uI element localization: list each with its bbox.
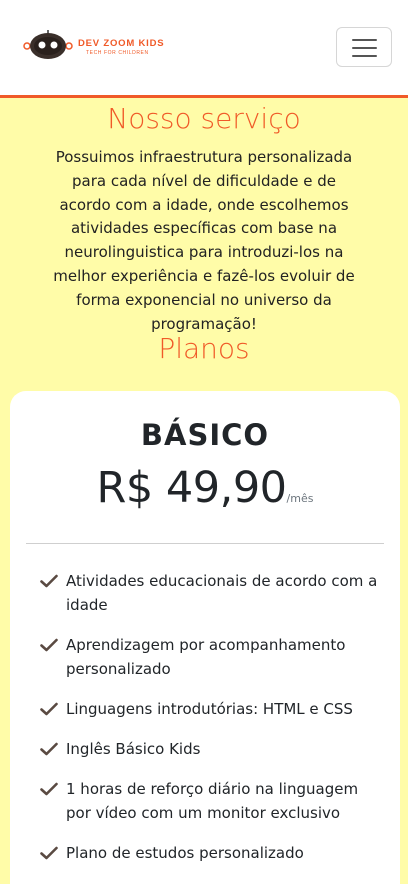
brand-name: DEV ZOOM KIDS [78,38,165,49]
feature-item: Inglês Básico Kids [40,737,380,761]
hamburger-menu-icon [352,55,377,57]
plan-card-basic: BÁSICO R$ 49,90/mês Atividades educacion… [10,391,400,884]
feature-text: 1 horas de reforço diário na linguagem p… [66,780,359,822]
brand-tagline: TECH FOR CHILDREN [86,50,149,56]
feature-text: Plano de estudos personalizado [66,844,304,862]
check-icon [40,638,58,652]
navbar: DEV ZOOM KIDS TECH FOR CHILDREN [0,0,408,98]
plan-period: /mês [286,492,314,505]
check-icon [40,702,58,716]
robot-logo-icon [23,30,73,59]
plan-name: BÁSICO [140,418,270,452]
check-icon [40,742,58,756]
divider [26,543,384,544]
feature-item: Linguagens introdutórias: HTML e CSS [40,697,380,721]
service-title: Nosso serviço [107,102,301,135]
feature-item: Aprendizagem por acompanhamento personal… [40,633,380,681]
feature-text: Inglês Básico Kids [66,740,201,758]
brand-logo[interactable]: DEV ZOOM KIDS TECH FOR CHILDREN [22,28,165,64]
check-icon [40,574,58,588]
plans-title: Planos [158,332,250,365]
feature-text: Linguagens introdutórias: HTML e CSS [66,700,353,718]
menu-toggle-button[interactable] [336,27,392,67]
check-icon [40,782,58,796]
feature-text: Aprendizagem por acompanhamento personal… [66,636,346,678]
feature-item: Plano de estudos personalizado [40,841,380,865]
feature-item: Atividades educacionais de acordo com a … [40,569,380,617]
feature-text: Atividades educacionais de acordo com a … [66,572,378,614]
feature-item: 1 horas de reforço diário na linguagem p… [40,777,380,825]
plan-features-list: Atividades educacionais de acordo com a … [40,569,380,881]
service-description: Possuimos infraestrutura personalizada p… [53,148,355,333]
hamburger-menu-icon [352,39,377,41]
plan-price-row: R$ 49,90/mês [10,463,400,513]
hamburger-menu-icon [352,47,377,49]
plan-price: R$ 49,90 [96,463,288,513]
check-icon [40,846,58,860]
